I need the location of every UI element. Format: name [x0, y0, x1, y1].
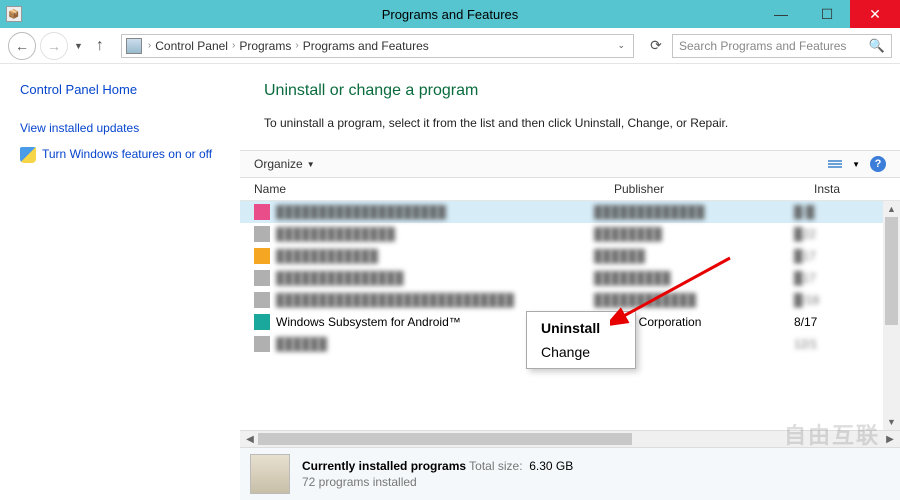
search-input[interactable]: Search Programs and Features 🔍	[672, 34, 892, 58]
search-placeholder: Search Programs and Features	[679, 39, 846, 53]
app-icon: 📦	[6, 6, 22, 22]
program-name: ███████████████	[276, 271, 404, 285]
close-button[interactable]: ✕	[850, 0, 900, 28]
main-panel: Uninstall or change a program To uninsta…	[240, 64, 900, 500]
location-icon	[126, 38, 142, 54]
program-publisher: ████████████	[594, 293, 794, 307]
refresh-button[interactable]: ⟳	[644, 37, 668, 54]
page-subtext: To uninstall a program, select it from t…	[264, 116, 880, 130]
program-name: ██████	[276, 337, 327, 351]
status-count: 72 programs installed	[302, 475, 573, 489]
programs-icon	[250, 454, 290, 494]
program-publisher: ████████	[594, 227, 794, 241]
context-menu-uninstall[interactable]: Uninstall	[527, 316, 635, 340]
minimize-button[interactable]: —	[758, 0, 804, 28]
navbar: ← → ▼ ↑ › Control Panel › Programs › Pro…	[0, 28, 900, 64]
windows-features-link[interactable]: Turn Windows features on or off	[42, 147, 212, 163]
program-row[interactable]: ██████████████████████████████████/█	[240, 201, 900, 223]
horizontal-scrollbar[interactable]: ◀ ▶	[240, 430, 900, 447]
organize-button[interactable]: Organize ▼	[254, 157, 315, 171]
program-icon	[254, 204, 270, 220]
program-row[interactable]: █████████████████████████17	[240, 267, 900, 289]
shield-icon	[20, 147, 36, 163]
program-icon	[254, 226, 270, 242]
scroll-thumb[interactable]	[258, 433, 632, 445]
maximize-button[interactable]: ☐	[804, 0, 850, 28]
program-publisher: ██████	[594, 249, 794, 263]
program-icon	[254, 314, 270, 330]
program-icon	[254, 336, 270, 352]
history-dropdown[interactable]: ▼	[72, 41, 85, 51]
program-name: Windows Subsystem for Android™	[276, 315, 461, 329]
search-icon[interactable]: 🔍	[869, 38, 885, 54]
program-list: ██████████████████████████████████/█████…	[240, 201, 900, 430]
column-name[interactable]: Name	[254, 182, 614, 196]
view-options-button[interactable]	[828, 160, 842, 168]
view-installed-updates-link[interactable]: View installed updates	[20, 121, 230, 135]
help-icon[interactable]: ?	[870, 156, 886, 172]
context-menu-change[interactable]: Change	[527, 340, 635, 364]
status-title: Currently installed programs	[302, 459, 466, 473]
forward-button[interactable]: →	[40, 32, 68, 60]
breadcrumb[interactable]: Control Panel	[153, 39, 230, 53]
address-dropdown[interactable]: ⌄	[613, 40, 629, 51]
status-bar: Currently installed programs Total size:…	[240, 447, 900, 500]
program-icon	[254, 270, 270, 286]
window-controls: — ☐ ✕	[758, 0, 900, 28]
program-icon	[254, 292, 270, 308]
sidebar: Control Panel Home View installed update…	[0, 64, 240, 500]
program-name: ████████████	[276, 249, 378, 263]
status-total-size: 6.30 GB	[529, 459, 573, 473]
program-name: ████████████████████████████	[276, 293, 514, 307]
page-heading: Uninstall or change a program	[264, 82, 880, 100]
view-dropdown[interactable]: ▼	[852, 160, 860, 169]
list-header: Name Publisher Insta	[240, 178, 900, 201]
status-total-label: Total size:	[469, 459, 522, 473]
up-button[interactable]: ↑	[89, 37, 111, 55]
toolbar: Organize ▼ ▼ ?	[240, 150, 900, 178]
back-button[interactable]: ←	[8, 32, 36, 60]
control-panel-home-link[interactable]: Control Panel Home	[20, 82, 230, 97]
breadcrumb[interactable]: Programs and Features	[301, 39, 431, 53]
program-row[interactable]: ████████████████████████████████████████…	[240, 289, 900, 311]
program-name: ██████████████	[276, 227, 395, 241]
titlebar: 📦 Programs and Features — ☐ ✕	[0, 0, 900, 28]
column-installed[interactable]: Insta	[814, 182, 900, 196]
column-publisher[interactable]: Publisher	[614, 182, 814, 196]
program-row[interactable]: ███████████████████████22	[240, 223, 900, 245]
program-icon	[254, 248, 270, 264]
vertical-scrollbar[interactable]: ▲ ▼	[883, 201, 900, 430]
address-bar[interactable]: › Control Panel › Programs › Programs an…	[121, 34, 634, 58]
breadcrumb[interactable]: Programs	[237, 39, 293, 53]
program-name: ████████████████████	[276, 205, 446, 219]
program-row[interactable]: ███████████████████17	[240, 245, 900, 267]
program-publisher: █████████████	[594, 205, 794, 219]
program-publisher: █████████	[594, 271, 794, 285]
context-menu: Uninstall Change	[526, 311, 636, 369]
scroll-thumb[interactable]	[885, 217, 898, 325]
